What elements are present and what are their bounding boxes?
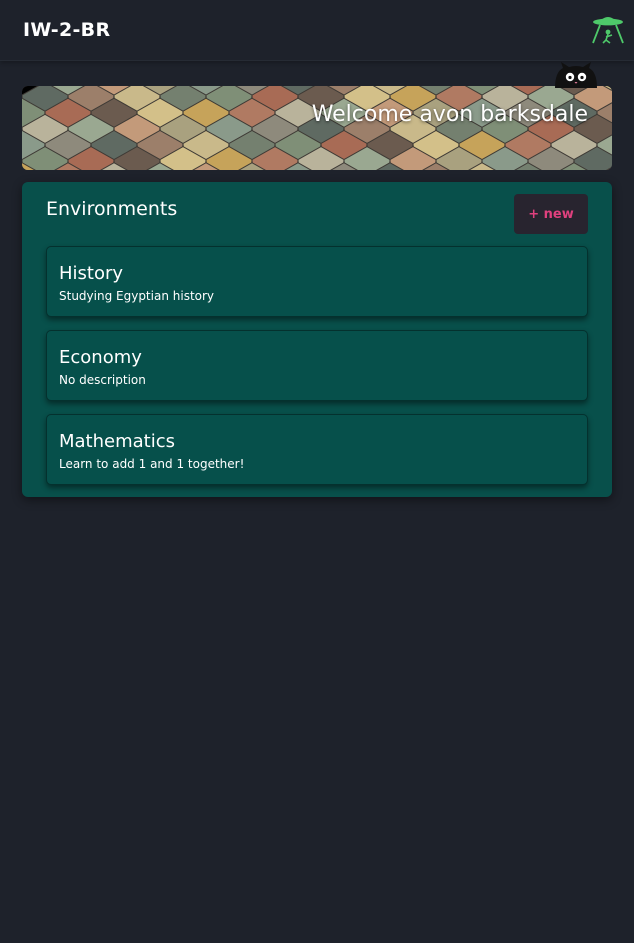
environment-card-history[interactable]: History Studying Egyptian history <box>46 246 588 317</box>
cat-peek-icon <box>551 62 601 88</box>
environment-card-description: Learn to add 1 and 1 together! <box>59 457 245 471</box>
welcome-message: Welcome avon barksdale <box>311 102 588 127</box>
environments-heading: Environments <box>46 198 178 220</box>
ufo-icon[interactable] <box>589 12 627 46</box>
environments-panel: Environments + new History Studying Egyp… <box>22 182 612 497</box>
top-navbar: IW-2-BR <box>0 0 634 61</box>
environment-card-title: Mathematics <box>59 431 175 452</box>
environment-card-economy[interactable]: Economy No description <box>46 330 588 401</box>
new-environment-button[interactable]: + new <box>514 194 588 234</box>
welcome-banner: Welcome avon barksdale <box>22 86 612 170</box>
environment-card-title: History <box>59 263 124 284</box>
environment-card-mathematics[interactable]: Mathematics Learn to add 1 and 1 togethe… <box>46 414 588 485</box>
environment-card-title: Economy <box>59 347 142 368</box>
environment-card-description: Studying Egyptian history <box>59 289 215 303</box>
environment-card-description: No description <box>59 373 146 387</box>
app-title[interactable]: IW-2-BR <box>23 19 110 41</box>
shingle-tiles-background <box>22 86 612 170</box>
